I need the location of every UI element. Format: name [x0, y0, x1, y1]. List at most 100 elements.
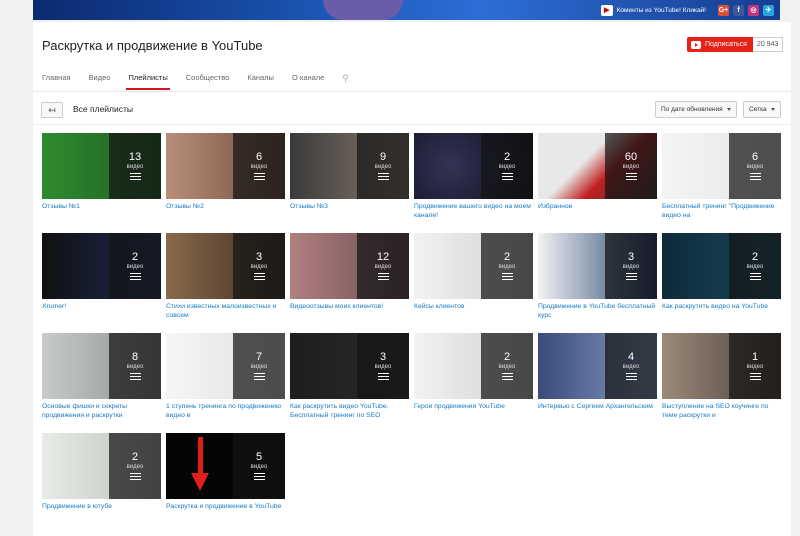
- playlist-card[interactable]: 2 видео Как раскрутить видео на YouTube: [662, 233, 781, 320]
- playlist-card[interactable]: 12 видео Видеоотзывы моих клиентов!: [290, 233, 409, 320]
- playlist-card[interactable]: 8 видео Основые фишки и секреты продвижени…: [42, 333, 161, 420]
- google-plus-icon[interactable]: G+: [718, 4, 729, 16]
- playlist-title[interactable]: Продвижение в YouTube бесплатный курс: [538, 303, 657, 320]
- playlist-card[interactable]: 6 видео Бесплатный тренинг "Продвижение ви…: [662, 133, 781, 220]
- playlist-thumbnail[interactable]: 2 видео: [414, 133, 533, 199]
- video-count-label: видео: [250, 263, 268, 270]
- video-count: 4: [627, 350, 635, 363]
- playlist-title[interactable]: Продвижение в ютубе: [42, 503, 161, 520]
- sort-dropdown[interactable]: По дате обновления: [655, 101, 737, 118]
- playlist-thumbnail[interactable]: 3 видео: [290, 333, 409, 399]
- playlist-title[interactable]: Продвижение вашего видео на моем канале!: [414, 203, 533, 220]
- playlist-card[interactable]: 2 видео Продвижение в ютубе: [42, 433, 161, 520]
- playlist-thumbnail[interactable]: 3 видео: [166, 233, 285, 299]
- video-count-label: видео: [250, 363, 268, 370]
- video-count: 6: [255, 150, 263, 163]
- playlist-card[interactable]: 3 видео Продвижение в YouTube бесплатный к…: [538, 233, 657, 320]
- channel-banner: ▶ Коменты из YouTube! Кликай! G+ f ◎ ✈: [33, 0, 780, 20]
- back-button[interactable]: ↤: [41, 102, 63, 118]
- playlist-thumbnail[interactable]: 2 видео: [662, 233, 781, 299]
- search-icon[interactable]: ⚲: [342, 72, 349, 92]
- tab-community[interactable]: Сообщество: [186, 72, 238, 90]
- playlist-title[interactable]: Герои продвижения YouTube: [414, 403, 533, 420]
- playlist-card[interactable]: 2 видео Xrumer!: [42, 233, 161, 320]
- playlist-card[interactable]: 2 видео Продвижение вашего видео на моем к…: [414, 133, 533, 220]
- playlist-title[interactable]: Xrumer!: [42, 303, 161, 320]
- facebook-icon[interactable]: f: [733, 4, 744, 16]
- youtube-link-icon[interactable]: ▶: [600, 4, 613, 16]
- playlist-thumbnail[interactable]: 13 видео: [42, 133, 161, 199]
- playlist-title[interactable]: Кейсы клиентов: [414, 303, 533, 320]
- video-count: 8: [131, 350, 139, 363]
- playlist-thumbnail[interactable]: 2 видео: [42, 233, 161, 299]
- playlist-card[interactable]: 9 видео Отзывы №3: [290, 133, 409, 220]
- playlist-count-overlay: 2 видео: [109, 233, 161, 299]
- playlist-count-overlay: 2 видео: [481, 133, 533, 199]
- playlist-icon: [625, 172, 637, 181]
- playlist-card[interactable]: 6 видео Отзывы №2: [166, 133, 285, 220]
- playlist-title[interactable]: Интервью с Сергеем Архангельским: [538, 403, 657, 420]
- playlist-title[interactable]: Как раскрутить видео YouTube. Бесплатный…: [290, 403, 409, 420]
- playlist-icon: [129, 372, 141, 381]
- playlist-icon: [749, 172, 761, 181]
- playlist-count-overlay: 1 видео: [729, 333, 781, 399]
- playlist-title[interactable]: Отзывы №3: [290, 203, 409, 220]
- playlist-thumbnail[interactable]: 6 видео: [166, 133, 285, 199]
- vk-icon[interactable]: ✈: [763, 4, 774, 16]
- playlist-thumbnail[interactable]: 7 видео: [166, 333, 285, 399]
- playlist-card[interactable]: 5 видео Раскрутка и продвижение в YouTube: [166, 433, 285, 520]
- video-count: 7: [255, 350, 263, 363]
- video-count-label: видео: [746, 363, 764, 370]
- playlist-thumbnail[interactable]: 60 видео: [538, 133, 657, 199]
- playlist-thumbnail[interactable]: 2 видео: [414, 233, 533, 299]
- playlist-title[interactable]: Раскрутка и продвижение в YouTube: [166, 503, 285, 520]
- playlist-title[interactable]: Отзывы №2: [166, 203, 285, 220]
- playlist-title[interactable]: Бесплатный тренинг "Продвижение видео на: [662, 203, 781, 220]
- playlist-thumbnail[interactable]: 5 видео: [166, 433, 285, 499]
- playlist-thumbnail[interactable]: 9 видео: [290, 133, 409, 199]
- video-count-label: видео: [622, 263, 640, 270]
- playlist-card[interactable]: 7 видео 1 ступень тренинга по продвижению …: [166, 333, 285, 420]
- playlist-card[interactable]: 13 видео Отзывы №1: [42, 133, 161, 220]
- playlist-title[interactable]: Стихи известных малоизвестных и совсем: [166, 303, 285, 320]
- playlist-card[interactable]: 60 видео Избранное: [538, 133, 657, 220]
- tab-channels[interactable]: Каналы: [247, 72, 282, 90]
- playlist-thumbnail[interactable]: 2 видео: [414, 333, 533, 399]
- tab-playlists[interactable]: Плейлисты: [126, 72, 175, 90]
- playlist-title[interactable]: 1 ступень тренинга по продвижению видео …: [166, 403, 285, 420]
- playlist-card[interactable]: 1 видео Выступление на SEO коучинге по тем…: [662, 333, 781, 420]
- playlist-card[interactable]: 2 видео Герои продвижения YouTube: [414, 333, 533, 420]
- playlist-title[interactable]: Избранное: [538, 203, 657, 220]
- playlist-thumbnail[interactable]: 8 видео: [42, 333, 161, 399]
- playlist-thumbnail[interactable]: 4 видео: [538, 333, 657, 399]
- tab-videos[interactable]: Видео: [89, 72, 119, 90]
- instagram-icon[interactable]: ◎: [748, 4, 759, 16]
- playlist-thumbnail[interactable]: 12 видео: [290, 233, 409, 299]
- banner-link-text[interactable]: Коменты из YouTube! Кликай!: [617, 7, 706, 14]
- video-count: 13: [128, 150, 142, 163]
- playlist-thumbnail[interactable]: 3 видео: [538, 233, 657, 299]
- tab-about[interactable]: О канале: [292, 72, 332, 90]
- channel-tabs: Главная Видео Плейлисты Сообщество Канал…: [42, 72, 349, 92]
- playlist-title[interactable]: Видеоотзывы моих клиентов!: [290, 303, 409, 320]
- playlist-thumbnail[interactable]: 2 видео: [42, 433, 161, 499]
- playlist-thumbnail[interactable]: 1 видео: [662, 333, 781, 399]
- playlist-title[interactable]: Отзывы №1: [42, 203, 161, 220]
- playlist-title[interactable]: Выступление на SEO коучинге по теме раск…: [662, 403, 781, 420]
- playlist-card[interactable]: 3 видео Как раскрутить видео YouTube. Бесп…: [290, 333, 409, 420]
- playlist-thumbnail[interactable]: 6 видео: [662, 133, 781, 199]
- playlist-card[interactable]: 2 видео Кейсы клиентов: [414, 233, 533, 320]
- video-count-label: видео: [250, 163, 268, 170]
- playlist-card[interactable]: 3 видео Стихи известных малоизвестных и со…: [166, 233, 285, 320]
- playlist-title[interactable]: Основые фишки и секреты продвижения и ра…: [42, 403, 161, 420]
- red-arrow-icon: [191, 473, 209, 491]
- subscribe-button[interactable]: Подписаться: [687, 37, 753, 52]
- playlist-icon: [377, 272, 389, 281]
- view-dropdown[interactable]: Сетка: [743, 101, 781, 118]
- playlist-icon: [253, 172, 265, 181]
- tab-home[interactable]: Главная: [42, 72, 79, 90]
- playlist-icon: [625, 272, 637, 281]
- playlist-title[interactable]: Как раскрутить видео на YouTube: [662, 303, 781, 320]
- playlist-card[interactable]: 4 видео Интервью с Сергеем Архангельским: [538, 333, 657, 420]
- video-count-label: видео: [498, 263, 516, 270]
